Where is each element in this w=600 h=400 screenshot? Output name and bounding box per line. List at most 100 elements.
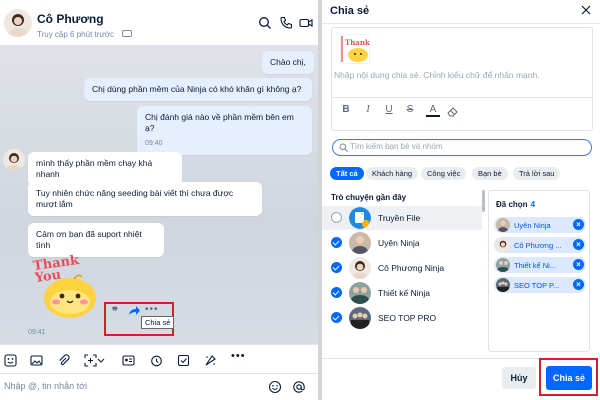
- selected-item: Uyên Ninja ×: [494, 217, 586, 233]
- search-icon[interactable]: [258, 16, 272, 30]
- share-message-input[interactable]: [334, 70, 586, 80]
- more-options-icon[interactable]: •••: [231, 350, 245, 363]
- message-bubble[interactable]: Chị đánh giá nào về phần mềm bên em ạ? 09…: [137, 106, 312, 155]
- divider: [331, 97, 593, 98]
- message-input[interactable]: [4, 381, 254, 391]
- selected-name: Uyên Ninja: [514, 221, 551, 230]
- quote-icon[interactable]: ❞: [112, 305, 118, 318]
- chat-toolbar: •••: [0, 344, 318, 374]
- selected-count: 4: [530, 200, 536, 209]
- contact-list: Truyền File Uyên Ninja Cô Phương Ninja T…: [322, 206, 482, 356]
- selected-name: Cô Phương ...: [514, 241, 562, 250]
- message-bubble[interactable]: Chị dùng phần mềm của Ninja có khó khăn …: [84, 78, 312, 101]
- contact-avatar: [349, 257, 371, 279]
- image-icon[interactable]: [30, 354, 43, 367]
- share-dialog: Chia sẻ Thank B I U S A Tất cả Khách hàn…: [322, 0, 600, 400]
- contact-row[interactable]: Truyền File: [322, 206, 482, 230]
- mention-icon[interactable]: [292, 380, 306, 394]
- selected-panel: Đã chọn 4 Uyên Ninja × Cô Phương ... × Th…: [488, 190, 590, 352]
- phone-icon[interactable]: [279, 16, 293, 30]
- selected-item: SEO TOP P... ×: [494, 277, 586, 293]
- filter-chip[interactable]: Công việc: [421, 167, 467, 180]
- message-text: Tuy nhiên chức năng seeding bài viết thì…: [36, 188, 234, 209]
- emoji-icon[interactable]: [268, 380, 282, 394]
- share-button[interactable]: Chia sẻ: [546, 366, 592, 390]
- message-bubble[interactable]: Cảm ơn bạn đã suport nhiệt tình: [28, 223, 164, 257]
- contact-avatar[interactable]: [3, 149, 25, 171]
- divider: [322, 23, 600, 24]
- contact-row[interactable]: SEO TOP PRO: [322, 306, 482, 330]
- contact-avatar: [496, 218, 510, 232]
- contact-avatar: [349, 282, 371, 304]
- recent-chats-label: Trò chuyện gần đây: [331, 193, 407, 202]
- chat-window: Cô Phương Truy cập 6 phút trước Chào chị…: [0, 0, 318, 400]
- attachment-icon[interactable]: [57, 354, 70, 367]
- remove-icon[interactable]: ×: [573, 279, 584, 290]
- contact-name: Thiết kế Ninja: [378, 288, 430, 298]
- contact-checkbox[interactable]: [331, 287, 342, 298]
- selected-label-text: Đã chọn: [496, 200, 528, 209]
- contact-checkbox[interactable]: [331, 237, 342, 248]
- italic-icon[interactable]: I: [361, 104, 375, 115]
- selected-item: Thiết kế Ni... ×: [494, 257, 586, 273]
- remove-icon[interactable]: ×: [573, 219, 584, 230]
- selected-name: SEO TOP P...: [514, 281, 560, 290]
- remove-icon[interactable]: ×: [573, 239, 584, 250]
- selected-label: Đã chọn 4: [496, 200, 535, 209]
- eraser-icon[interactable]: [447, 106, 458, 117]
- contact-checkbox[interactable]: [331, 312, 342, 323]
- message-bubble[interactable]: Tuy nhiên chức năng seeding bài viết thì…: [28, 182, 262, 216]
- message-bubble[interactable]: mình thấy phần mềm chạy khá nhanh: [28, 152, 182, 186]
- contact-card-icon[interactable]: [122, 354, 135, 367]
- close-icon[interactable]: [580, 4, 592, 16]
- message-text: Chị dùng phần mềm của Ninja có khó khăn …: [92, 84, 302, 94]
- strikethrough-icon[interactable]: S: [403, 104, 417, 115]
- cancel-button[interactable]: Hủy: [502, 367, 536, 389]
- contact-checkbox[interactable]: [331, 212, 342, 223]
- filter-chip[interactable]: Bạn bè: [472, 167, 508, 180]
- remove-icon[interactable]: ×: [573, 259, 584, 270]
- chat-header: Cô Phương Truy cập 6 phút trước: [0, 0, 318, 46]
- contact-checkbox[interactable]: [331, 262, 342, 273]
- contact-avatar: [349, 207, 371, 229]
- message-time: 09:40: [145, 140, 163, 147]
- search-box: [332, 139, 592, 156]
- scrollbar[interactable]: [482, 190, 485, 212]
- share-tooltip: Chia sẻ: [141, 316, 175, 329]
- message-text: mình thấy phần mềm chạy khá nhanh: [36, 158, 153, 179]
- search-icon: [339, 143, 348, 152]
- contact-row[interactable]: Cô Phương Ninja: [322, 256, 482, 280]
- selected-name: Thiết kế Ni...: [514, 261, 557, 270]
- sticker-icon[interactable]: [4, 354, 17, 367]
- message-text: Chị đánh giá nào về phần mềm bên em ạ?: [145, 112, 294, 133]
- filter-chip[interactable]: Tất cả: [330, 167, 364, 180]
- reminder-icon[interactable]: [150, 354, 163, 367]
- video-call-icon[interactable]: [299, 16, 313, 30]
- contact-status: Truy cập 6 phút trước: [37, 30, 114, 39]
- contact-name[interactable]: Cô Phương: [37, 12, 104, 26]
- contact-name: SEO TOP PRO: [378, 313, 437, 323]
- screenshot-icon[interactable]: [84, 354, 97, 367]
- contact-row[interactable]: Uyên Ninja: [322, 231, 482, 255]
- message-text: Chào chị,: [270, 57, 306, 67]
- filter-chip[interactable]: Khách hàng: [366, 167, 419, 180]
- more-icon[interactable]: •••: [145, 304, 159, 315]
- contact-avatar[interactable]: [4, 9, 32, 37]
- contact-name: Uyên Ninja: [378, 238, 420, 248]
- message-text: Cảm ơn bạn đã suport nhiệt tình: [36, 229, 142, 250]
- underline-icon[interactable]: U: [382, 104, 396, 115]
- contact-row[interactable]: Thiết kế Ninja: [322, 281, 482, 305]
- contact-avatar: [349, 307, 371, 329]
- bold-icon[interactable]: B: [339, 104, 353, 115]
- quick-message-icon[interactable]: [204, 354, 217, 367]
- text-color-icon[interactable]: A: [426, 104, 440, 117]
- search-input[interactable]: [350, 142, 580, 151]
- tag-icon[interactable]: [122, 30, 132, 37]
- contact-name: Truyền File: [378, 213, 421, 223]
- filter-chip[interactable]: Trả lời sau: [513, 167, 561, 180]
- message-bubble[interactable]: Chào chị,: [262, 51, 314, 74]
- chevron-down-icon[interactable]: [97, 354, 105, 367]
- todo-icon[interactable]: [177, 354, 190, 367]
- chat-input-row: [0, 374, 318, 400]
- share-icon[interactable]: [128, 305, 140, 317]
